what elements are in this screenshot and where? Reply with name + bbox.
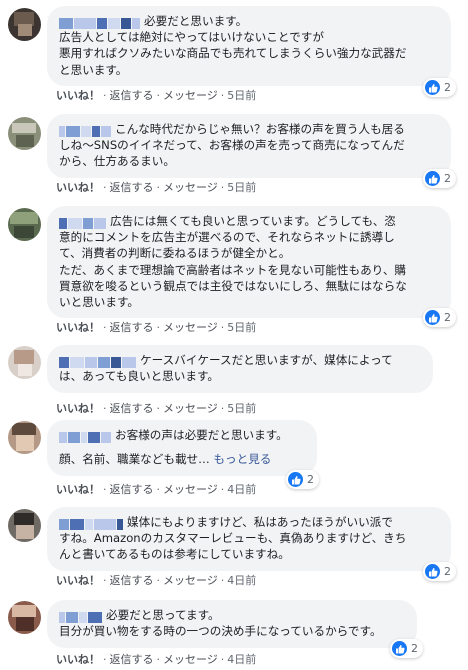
timestamp[interactable]: 4日前: [227, 483, 256, 496]
blurred-author-name[interactable]: [59, 516, 124, 530]
reaction-count-number: 2: [411, 642, 418, 655]
blurred-author-name[interactable]: [59, 609, 103, 623]
avatar[interactable]: [8, 208, 41, 241]
comment-text-line: 意的にコメントを広告主が選べるので、それならネットに誘導し: [59, 230, 395, 245]
blurred-author-name[interactable]: [59, 354, 137, 368]
like-link[interactable]: いいね！: [56, 574, 100, 587]
comment-text-line: すね。Amazonのカスタマーレビューも、真偽ありますけど、きち: [59, 531, 407, 546]
reaction-count[interactable]: 2: [423, 308, 456, 327]
comment-actions: いいね！ · 返信する · メッセージ · 5日前: [56, 89, 257, 102]
blurred-author-name[interactable]: [59, 429, 112, 443]
comment-text-line: お客様の声は必要だと思います。: [115, 428, 288, 442]
thumbs-up-icon: [288, 472, 303, 487]
comment-text-line: 媒体にもよりますけど、私はあったほうがいい派で: [127, 515, 393, 529]
comment-actions: いいね！ · 返信する · メッセージ · 4日前: [56, 483, 257, 496]
comment-actions: いいね！ · 返信する · メッセージ · 4日前: [56, 653, 257, 666]
reaction-count-number: 2: [444, 172, 451, 185]
reply-link[interactable]: 返信する: [110, 483, 154, 496]
reaction-count-number: 2: [444, 311, 451, 324]
reply-link[interactable]: 返信する: [110, 653, 154, 666]
reply-link[interactable]: 返信する: [110, 181, 154, 194]
avatar[interactable]: [8, 421, 41, 454]
reaction-count[interactable]: 2: [286, 470, 319, 489]
reaction-count-number: 2: [444, 565, 451, 578]
avatar[interactable]: [8, 601, 41, 634]
timestamp[interactable]: 4日前: [227, 574, 256, 587]
reaction-count-number: 2: [444, 81, 451, 94]
comment-text-line: こんな時代だからじゃ無い？お客様の声を買う人も居る: [115, 122, 405, 136]
avatar[interactable]: [8, 8, 41, 41]
comment-text-line: から、仕方あるまい。: [59, 154, 175, 169]
message-link[interactable]: メッセージ: [163, 402, 218, 415]
blurred-author-name[interactable]: [59, 215, 107, 229]
reaction-count[interactable]: 2: [423, 562, 456, 581]
thumbs-up-icon: [425, 80, 440, 95]
like-link[interactable]: いいね！: [56, 321, 100, 334]
comment-actions: いいね！ · 返信する · メッセージ · 5日前: [56, 402, 257, 415]
blurred-author-name[interactable]: [59, 123, 112, 137]
reaction-count[interactable]: 2: [423, 169, 456, 188]
comment-text-line: 必要だと思ってます。: [106, 608, 220, 622]
reaction-count-number: 2: [307, 473, 314, 486]
comment-text-line: 顔、名前、職業なども載せ…: [59, 452, 210, 467]
timestamp[interactable]: 5日前: [227, 321, 256, 334]
message-link[interactable]: メッセージ: [163, 89, 218, 102]
message-link[interactable]: メッセージ: [163, 653, 218, 666]
like-link[interactable]: いいね！: [56, 181, 100, 194]
comment-bubble: お客様の声は必要だと思います。 顔、名前、職業なども載せ… もっと見る: [47, 420, 317, 476]
comment-text-line: 買意欲を唆るという観点では主役ではないにしろ、無駄にはならな: [59, 278, 407, 293]
timestamp[interactable]: 4日前: [227, 653, 256, 666]
thumbs-up-icon: [392, 641, 407, 656]
comment-text-line: 必要だと思います。: [144, 14, 248, 28]
comment-bubble: 必要だと思います。 広告人としては絶対にやってはいけないことですが 悪用すればク…: [47, 6, 451, 86]
like-link[interactable]: いいね！: [56, 653, 100, 666]
thumbs-up-icon: [425, 564, 440, 579]
reply-link[interactable]: 返信する: [110, 321, 154, 334]
message-link[interactable]: メッセージ: [163, 181, 218, 194]
thumbs-up-icon: [425, 171, 440, 186]
comment-text-line: 広告には無くても良いと思っています。どうしても、恣: [110, 214, 396, 228]
reply-link[interactable]: 返信する: [110, 574, 154, 587]
message-link[interactable]: メッセージ: [163, 321, 218, 334]
thumbs-up-icon: [425, 310, 440, 325]
comment-text-line: しね〜SNSのイイネだって、お客様の声を売って商売になってんだ: [59, 138, 405, 153]
comment-text-line: んと書いてあるものは参考にしていますね。: [59, 547, 290, 562]
comment-text-line: は、あっても良いと思います。: [59, 369, 219, 384]
reaction-count[interactable]: 2: [423, 78, 456, 97]
comment-bubble: ケースバイケースだと思いますが、媒体によって は、あっても良いと思います。: [47, 345, 433, 393]
reaction-count[interactable]: 2: [390, 639, 423, 658]
message-link[interactable]: メッセージ: [163, 574, 218, 587]
blurred-author-name[interactable]: [59, 15, 141, 29]
see-more-link[interactable]: もっと見る: [213, 452, 271, 466]
comment-bubble: こんな時代だからじゃ無い？お客様の声を買う人も居る しね〜SNSのイイネだって、…: [47, 114, 451, 178]
comment-text-line: ただ、あくまで理想論で高齢者はネットを見ない可能性もあり、購: [59, 262, 407, 277]
comment-text-line: 広告人としては絶対にやってはいけないことですが: [59, 30, 324, 45]
like-link[interactable]: いいね！: [56, 402, 100, 415]
reply-link[interactable]: 返信する: [110, 89, 154, 102]
reply-link[interactable]: 返信する: [110, 402, 154, 415]
avatar[interactable]: [8, 117, 41, 150]
comment-text-line: 目分が買い物をする時の一つの決め手になっているからです。: [59, 624, 382, 639]
like-link[interactable]: いいね！: [56, 89, 100, 102]
comment-text-line: と思います。: [59, 62, 128, 77]
timestamp[interactable]: 5日前: [227, 181, 256, 194]
message-link[interactable]: メッセージ: [163, 483, 218, 496]
comment-actions: いいね！ · 返信する · メッセージ · 5日前: [56, 321, 257, 334]
comment-actions: いいね！ · 返信する · メッセージ · 4日前: [56, 574, 257, 587]
comment-bubble: 必要だと思ってます。 目分が買い物をする時の一つの決め手になっているからです。: [47, 600, 417, 648]
comment-text-line: 悪用すればクソみたいな商品でも売れてしまうくらい強力な武器だ: [59, 46, 407, 61]
avatar[interactable]: [8, 509, 41, 542]
comment-actions: いいね！ · 返信する · メッセージ · 5日前: [56, 181, 257, 194]
comment-text-line: いと思います。: [59, 295, 139, 310]
comment-bubble: 広告には無くても良いと思っています。どうしても、恣 意的にコメントを広告主が選べ…: [47, 206, 451, 318]
timestamp[interactable]: 5日前: [227, 402, 256, 415]
timestamp[interactable]: 5日前: [227, 89, 256, 102]
comment-text-line: て、消費者の判断に委ねるほうが健全かと。: [59, 246, 291, 261]
like-link[interactable]: いいね！: [56, 483, 100, 496]
comment-text-line: ケースバイケースだと思いますが、媒体によって: [140, 353, 393, 367]
avatar[interactable]: [8, 346, 41, 379]
comment-bubble: 媒体にもよりますけど、私はあったほうがいい派で すね。Amazonのカスタマーレ…: [47, 507, 451, 571]
